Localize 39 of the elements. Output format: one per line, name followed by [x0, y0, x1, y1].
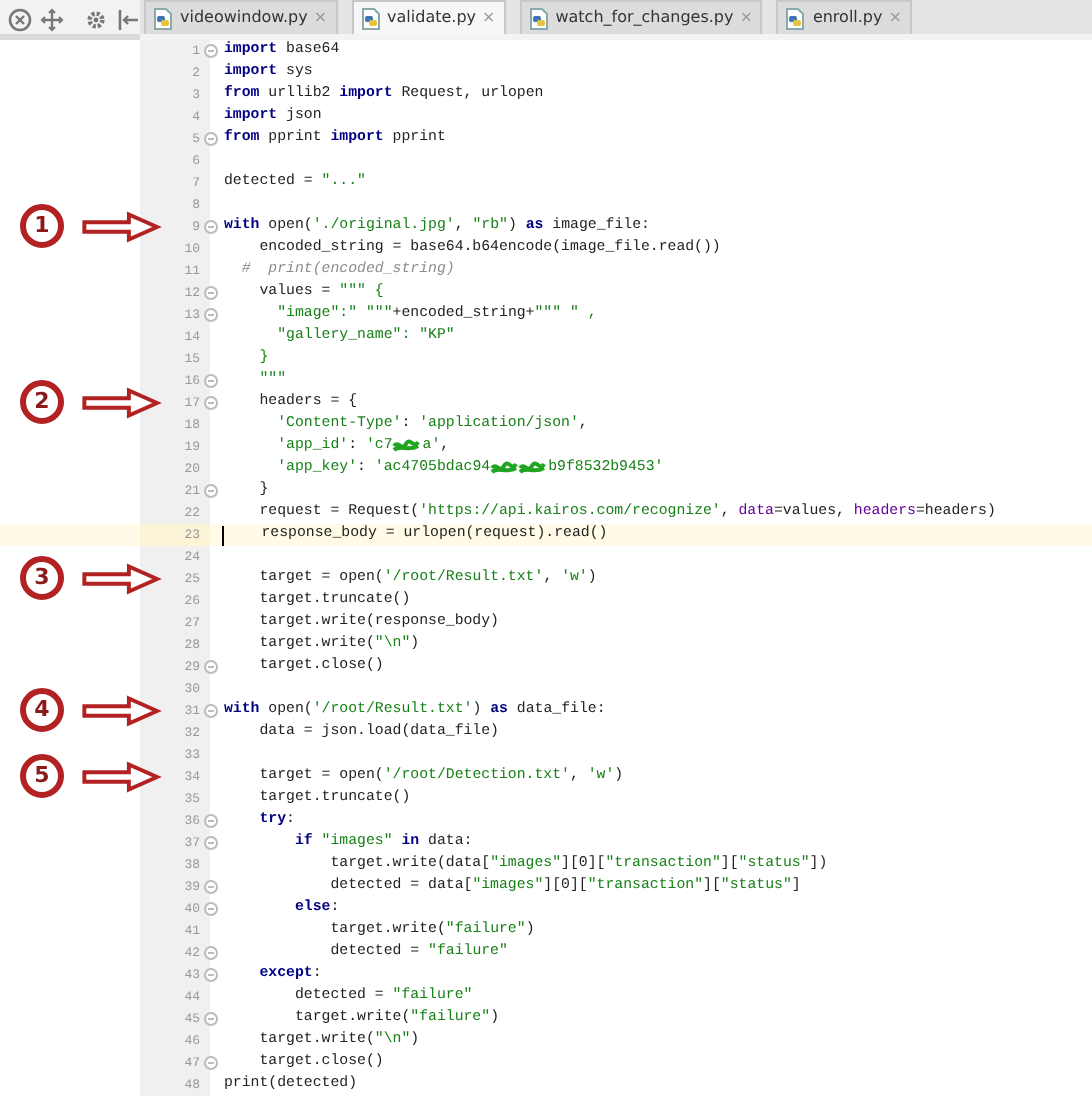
- redaction-scribble: [490, 458, 519, 476]
- editor-tab[interactable]: videowindow.py ×: [144, 0, 338, 34]
- move-icon[interactable]: [40, 8, 64, 32]
- fold-marker-icon[interactable]: [204, 44, 218, 58]
- fold-marker-icon[interactable]: [204, 880, 218, 894]
- collapse-icon[interactable]: [116, 8, 140, 32]
- callout-number: 1: [20, 204, 64, 248]
- callout-number: 2: [20, 380, 64, 424]
- python-file-icon: [154, 7, 172, 29]
- callout-number: 4: [20, 688, 64, 732]
- fold-marker-icon[interactable]: [204, 1012, 218, 1026]
- target-icon[interactable]: [8, 8, 32, 32]
- redaction-scribble: [518, 458, 547, 476]
- python-file-icon: [529, 7, 548, 29]
- callout-number: 5: [20, 754, 64, 798]
- fold-marker-icon[interactable]: [204, 1056, 218, 1070]
- fold-marker-icon[interactable]: [204, 836, 218, 850]
- fold-marker-icon[interactable]: [204, 814, 218, 828]
- fold-marker-icon[interactable]: [204, 968, 218, 982]
- text-caret: [222, 525, 224, 545]
- fold-marker-icon[interactable]: [204, 946, 218, 960]
- fold-marker-icon[interactable]: [204, 374, 218, 388]
- fold-marker-icon[interactable]: [204, 396, 218, 410]
- gear-icon[interactable]: [84, 8, 108, 32]
- callout-number: 3: [20, 556, 64, 600]
- fold-marker-icon[interactable]: [204, 902, 218, 916]
- fold-marker-icon[interactable]: [204, 308, 218, 322]
- editor-tab[interactable]: validate.py ×: [351, 0, 506, 34]
- fold-marker-icon[interactable]: [204, 704, 218, 718]
- fold-marker-icon[interactable]: [204, 484, 218, 498]
- python-file-icon: [786, 7, 805, 29]
- fold-marker-icon[interactable]: [204, 660, 218, 674]
- python-file-icon: [361, 7, 380, 29]
- fold-marker-icon[interactable]: [204, 132, 218, 146]
- editor-tab[interactable]: enroll.py ×: [776, 0, 912, 34]
- fold-marker-icon[interactable]: [204, 286, 218, 300]
- fold-marker-icon[interactable]: [204, 220, 218, 234]
- editor-tab[interactable]: watch_for_changes.py ×: [519, 0, 763, 34]
- redaction-scribble: [392, 436, 421, 454]
